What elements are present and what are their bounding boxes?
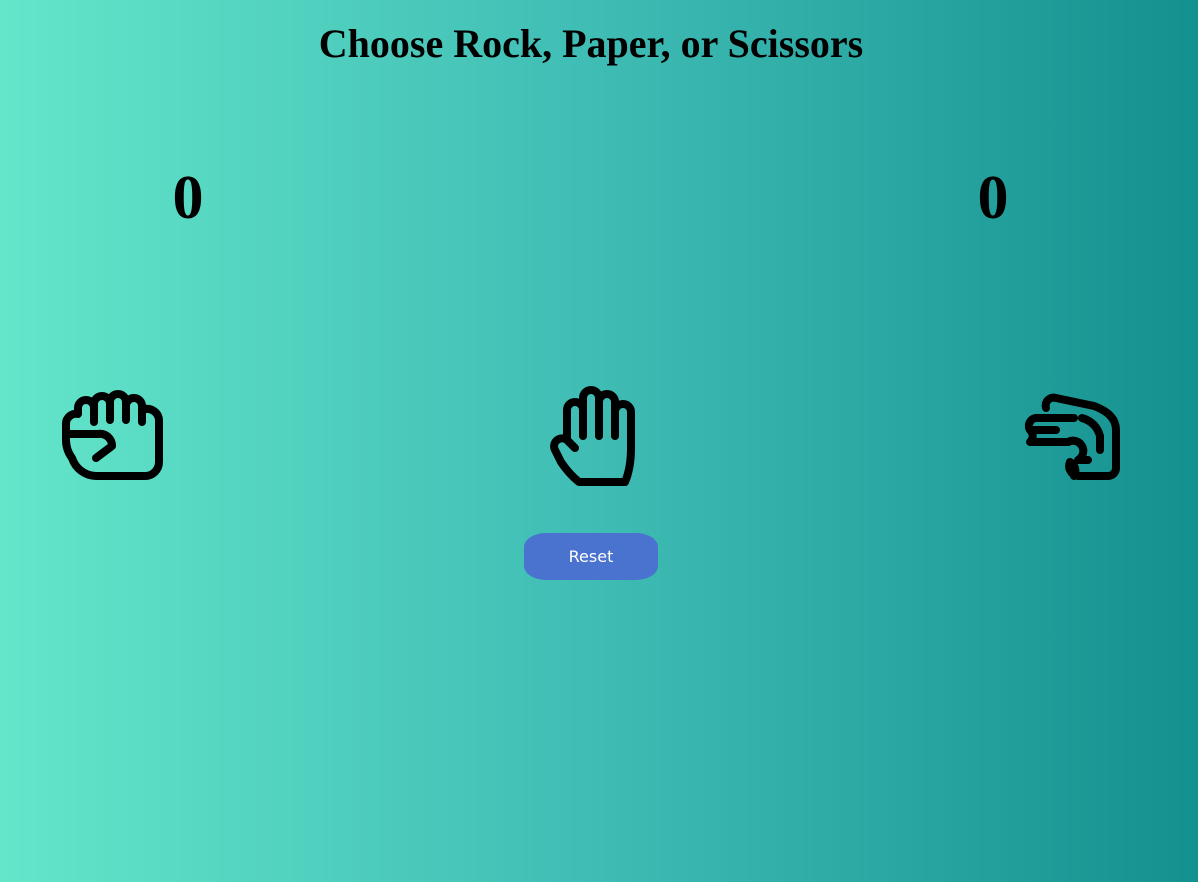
rock-button[interactable] bbox=[58, 388, 170, 484]
page-title: Choose Rock, Paper, or Scissors bbox=[318, 21, 864, 66]
scissors-button[interactable] bbox=[1016, 388, 1126, 484]
computer-score: 0 bbox=[977, 164, 1009, 232]
player-score: 0 bbox=[172, 164, 204, 232]
hand-open-icon bbox=[550, 386, 635, 486]
hand-fist-icon bbox=[62, 390, 163, 480]
paper-button[interactable] bbox=[543, 382, 641, 492]
hand-scissors-icon bbox=[1024, 393, 1120, 480]
reset-button[interactable]: Reset bbox=[524, 533, 658, 580]
